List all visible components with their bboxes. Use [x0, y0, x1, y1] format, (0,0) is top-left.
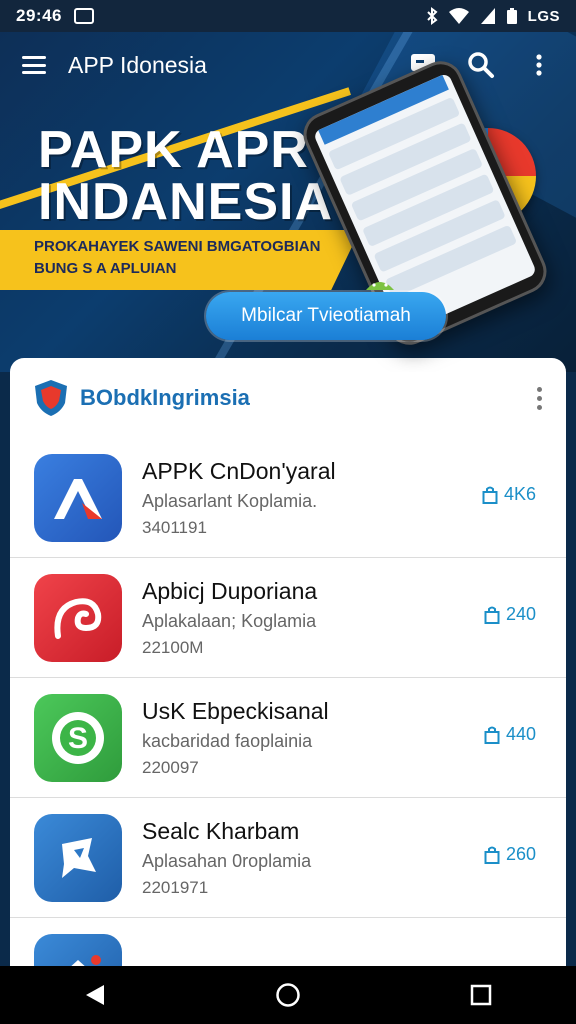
app-name: Apbicj Duporiana — [142, 577, 318, 604]
status-right-text: LGS — [527, 7, 560, 25]
ribbon-line1: PROKAHAYEK SAWENI BMGATOGBIAN — [34, 238, 321, 255]
hero-ribbon: PROKAHAYEK SAWENI BMGATOGBIAN BUNG S A A… — [0, 230, 360, 290]
hero-title: PAPK APR INDANESIA — [38, 124, 333, 228]
shield-icon — [35, 380, 67, 416]
ribbon-line2: BUNG S A APLUIAN — [34, 260, 177, 277]
more-options-button[interactable] — [524, 50, 554, 80]
download-count[interactable]: 440 — [484, 724, 536, 745]
app-meta: 22100M — [142, 637, 204, 657]
bag-icon — [482, 486, 498, 504]
system-nav-bar — [0, 966, 576, 1024]
app-description: kacbaridad faoplainia — [142, 730, 313, 751]
menu-icon[interactable] — [22, 56, 46, 74]
hero-title-line1: PAPK APR — [38, 121, 309, 179]
wifi-icon — [448, 8, 469, 24]
download-count-value: 240 — [505, 604, 536, 624]
a-logo-icon — [54, 478, 102, 519]
section-title: BObdkIngrimsia — [80, 385, 250, 410]
bag-icon — [484, 726, 500, 744]
back-icon[interactable] — [84, 983, 106, 1007]
app-name: UsK Ebpeckisanal — [142, 697, 329, 724]
battery-icon — [506, 8, 517, 24]
app-name: Sealc Kharbam — [142, 817, 300, 844]
bag-icon — [484, 846, 500, 864]
app-icon[interactable] — [34, 453, 122, 542]
signal-icon — [480, 8, 495, 24]
app-list-item[interactable]: Sealc Kharbam Aplasahan 0roplamia 220197… — [10, 798, 566, 918]
app-list-item[interactable]: APPK CnDon'yaral Aplasarlant Koplamia. 3… — [10, 438, 566, 558]
svg-text:S: S — [68, 722, 88, 755]
notification-icon — [73, 8, 94, 24]
download-count[interactable]: 260 — [484, 844, 536, 865]
app-list-item[interactable]: S UsK Ebpeckisanal kacbaridad faoplainia… — [10, 678, 566, 798]
app-icon[interactable] — [34, 573, 122, 662]
hero-banner: APP Idonesia PAPK APR INDANESIA PROKAHAY… — [0, 32, 576, 372]
app-meta: 3401191 — [142, 517, 207, 537]
app-meta: 220097 — [142, 757, 199, 777]
status-bar: 29:46 LGS — [0, 0, 576, 32]
download-count[interactable]: 240 — [484, 604, 536, 625]
download-count-value: 4K6 — [503, 484, 536, 504]
app-list-item[interactable]: Apbicj Duporiana Aplakalaan; Koglamia 22… — [10, 558, 566, 678]
more-vert-icon — [536, 54, 542, 76]
swirl-icon — [54, 597, 102, 639]
app-description: Aplasahan 0roplamia — [142, 850, 312, 871]
app-icon[interactable] — [34, 813, 122, 902]
recents-icon[interactable] — [470, 984, 492, 1006]
download-count-value: 440 — [505, 724, 536, 744]
search-button[interactable] — [466, 50, 496, 80]
home-icon[interactable] — [275, 982, 301, 1008]
section-more-icon[interactable] — [537, 386, 542, 410]
app-name: APPK CnDon'yaral — [142, 457, 336, 484]
hero-cta-button[interactable]: Mbilcar Tvieotiamah — [206, 292, 446, 340]
bag-icon — [484, 606, 500, 624]
app-icon[interactable]: S — [34, 693, 122, 782]
app-title: APP Idonesia — [68, 51, 207, 78]
section-header: BObdkIngrimsia — [10, 358, 566, 438]
app-list-card: BObdkIngrimsia APPK CnDon'yaral Aplasarl… — [10, 358, 566, 978]
download-count[interactable]: 4K6 — [482, 484, 536, 505]
app-meta: 2201971 — [142, 877, 209, 897]
download-count-value: 260 — [505, 844, 536, 864]
app-bar: APP Idonesia — [0, 32, 576, 98]
chat-bubble-icon — [62, 837, 96, 878]
app-description: Aplakalaan; Koglamia — [142, 610, 317, 631]
status-time: 29:46 — [16, 6, 62, 25]
search-icon — [468, 52, 494, 78]
dollar-icon: S — [52, 711, 104, 764]
hero-title-line2: INDANESIA — [38, 173, 334, 231]
bluetooth-icon — [426, 7, 438, 25]
